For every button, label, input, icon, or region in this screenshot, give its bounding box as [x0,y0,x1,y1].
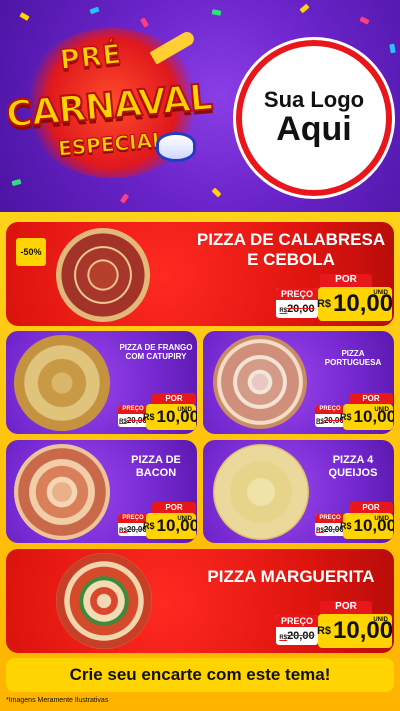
old-price-box: PREÇO R$20,00 [276,288,318,318]
pizza-portuguesa-image [213,335,307,429]
product-name: PIZZA MARGUERITA [207,567,375,586]
product-name: PIZZA PORTUGUESA [324,349,382,368]
price-block: POR PREÇO R$20,00 R$ 10,00 UNID [118,502,197,540]
old-price-label: PREÇO [276,288,318,300]
logo-line1: Sua Logo [263,86,365,112]
price-block: POR PREÇO R$20,00 R$ 10,00 UNID [276,601,393,649]
new-price-value: R$ 10,00 UNID [317,614,393,648]
product-name: PIZZA DE CALABRESA E CEBOLA [196,230,386,269]
pizza-4-queijos-image [213,444,309,540]
new-price-value: R$ 10,00 UNID [340,404,394,430]
price-por-label: POR [349,393,393,404]
logo-line2: Aqui [276,109,352,148]
product-name: PIZZA 4 QUEIJOS [328,454,378,479]
pizza-calabresa-image [56,228,150,322]
hero-banner: PRÉ CARNAVAL ESPECIAL Sua Logo Aqui [0,0,400,212]
price-por-label: POR [349,502,393,513]
old-price-value: R$20,00 [279,630,315,642]
product-card-frango[interactable]: PIZZA DE FRANGO COM CATUPIRY POR PREÇO R… [6,331,197,434]
price-block: POR PREÇO R$20,00 R$ 10,00 UNID [276,274,393,322]
cta-button[interactable]: Crie seu encarte com este tema! [6,658,394,692]
price-por-label: POR [320,601,372,614]
price-block: POR PREÇO R$20,00 R$ 10,00 UNID [315,502,394,540]
title-pre: PRÉ [58,38,124,77]
disclaimer-text: *Imagens Meramente Ilustrativas [6,697,109,704]
price-por-label: POR [320,274,372,287]
product-card-marguerita[interactable]: PIZZA MARGUERITA POR PREÇO R$20,00 R$ 10,… [6,549,394,653]
new-price-value: R$ 10,00 UNID [317,287,393,321]
price-por-label: POR [152,393,196,404]
product-card-bacon[interactable]: PIZZA DE BACON POR PREÇO R$20,00 R$ 10,00… [6,440,197,543]
product-name: PIZZA DE FRANGO COM CATUPIRY [119,343,193,362]
product-card-calabresa[interactable]: -50% PIZZA DE CALABRESA E CEBOLA POR PRE… [6,222,394,326]
discount-badge: -50% [16,238,46,266]
price-block: POR PREÇO R$20,00 R$ 10,00 UNID [315,393,394,431]
new-price-value: R$ 10,00 UNID [340,513,394,539]
pizza-marguerita-image [56,553,152,649]
old-price-box: PREÇO R$20,00 [276,615,318,645]
old-price-value: R$20,00 [279,303,315,315]
price-block: POR PREÇO R$20,00 R$ 10,00 UNID [118,393,197,431]
product-card-4-queijos[interactable]: PIZZA 4 QUEIJOS POR PREÇO R$20,00 R$ 10,0… [203,440,394,543]
new-price-value: R$ 10,00 UNID [143,404,197,430]
product-name: PIZZA DE BACON [131,454,181,479]
product-card-portuguesa[interactable]: PIZZA PORTUGUESA POR PREÇO R$20,00 R$ 10,… [203,331,394,434]
pizza-bacon-image [14,444,110,540]
new-price-value: R$ 10,00 UNID [143,513,197,539]
drum-icon [156,132,196,162]
logo-placeholder[interactable]: Sua Logo Aqui [236,40,392,196]
old-price-label: PREÇO [276,615,318,627]
pizza-frango-image [14,335,110,431]
price-por-label: POR [152,502,196,513]
